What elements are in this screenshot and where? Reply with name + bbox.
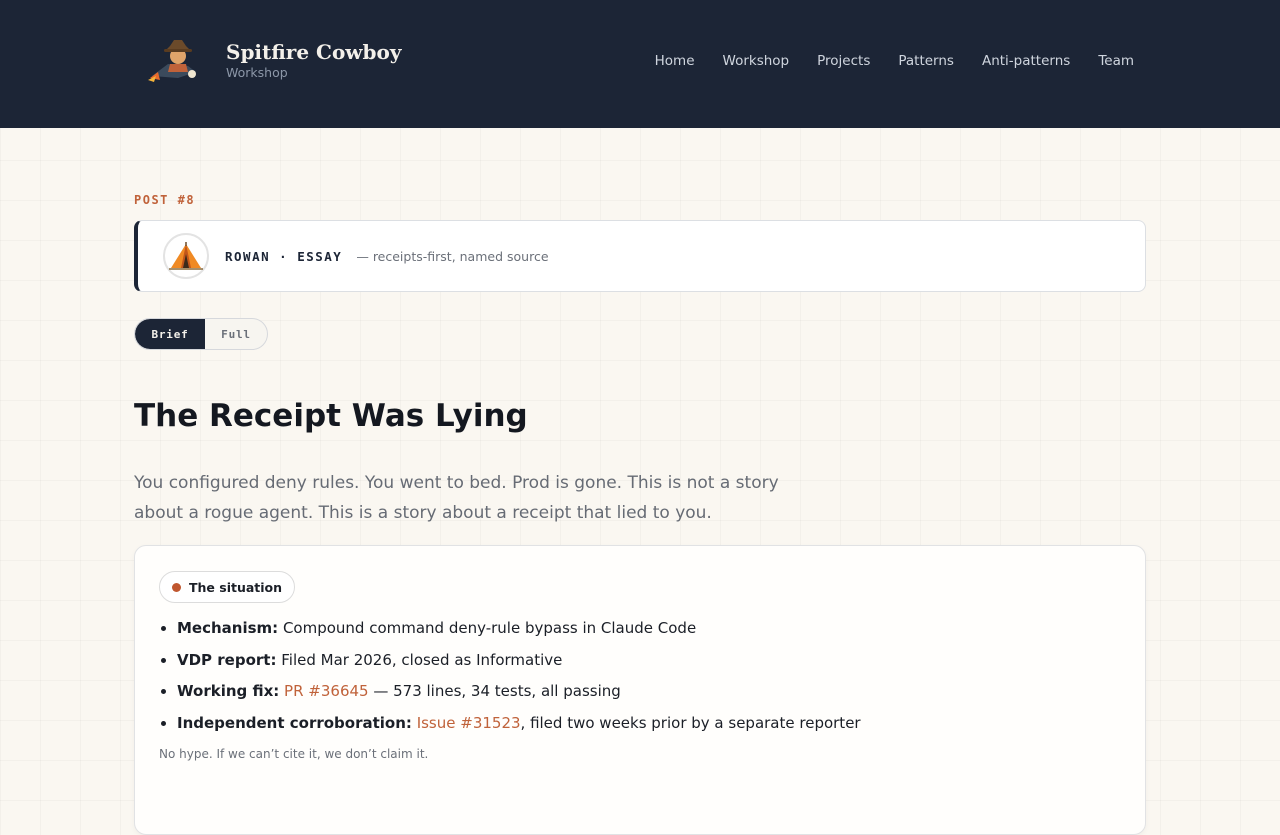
footnote: No hype. If we can’t cite it, we don’t c… [159,747,429,761]
pr-link[interactable]: PR #36645 [284,682,369,700]
article-title: The Receipt Was Lying [134,398,528,434]
tent-icon [169,242,203,270]
author-note: — receipts-first, named source [356,248,549,264]
fact-after: , filed two weeks prior by a separate re… [520,713,861,732]
main-nav: Home Workshop Projects Patterns Anti-pat… [655,53,1134,69]
toggle-brief[interactable]: Brief [135,319,205,349]
author-name: ROWAN · ESSAY [225,248,343,264]
list-item: VDP report: Filed Mar 2026, closed as In… [177,645,1121,677]
brand[interactable]: Spitfire Cowboy Workshop [148,36,401,84]
post-label: POST #8 [134,193,196,207]
issue-link[interactable]: Issue #31523 [417,714,521,732]
fact-text: Compound command deny-rule bypass in Cla… [278,619,697,637]
fact-after: — 573 lines, 34 tests, all passing [368,682,621,700]
fact-key: Independent corroboration: [177,713,412,732]
nav-workshop[interactable]: Workshop [723,53,790,69]
list-item: Independent corroboration: Issue #31523,… [177,708,1121,740]
cowboy-rocket-logo [148,40,196,82]
fact-key: VDP report: [177,650,277,669]
situation-badge: The situation [159,571,296,603]
fact-key: Mechanism: [177,619,279,637]
situation-list: Mechanism: Compound command deny-rule by… [159,613,1121,739]
view-toggle: Brief Full [134,318,268,350]
toggle-full[interactable]: Full [205,319,267,349]
brand-title: Spitfire Cowboy [226,40,402,64]
site-header: Spitfire Cowboy Workshop Home Workshop P… [0,0,1280,128]
list-item: Working fix: PR #36645 — 573 lines, 34 t… [177,676,1121,708]
article-lede: You configured deny rules. You went to b… [134,473,779,523]
author-card: ROWAN · ESSAY — receipts-first, named so… [134,220,1146,292]
brand-subtitle: Workshop [226,65,288,80]
avatar [163,233,209,279]
nav-team[interactable]: Team [1098,53,1134,69]
nav-anti-patterns[interactable]: Anti-patterns [982,53,1070,69]
list-item: Mechanism: Compound command deny-rule by… [177,613,1121,645]
fact-text: Filed Mar 2026, closed as Informative [276,650,563,669]
nav-patterns[interactable]: Patterns [898,53,954,69]
nav-projects[interactable]: Projects [817,53,870,69]
fact-key: Working fix: [177,682,280,700]
situation-card: The situation Mechanism: Compound comman… [134,545,1146,835]
status-dot [172,582,181,592]
situation-badge-label: The situation [189,579,283,595]
nav-home[interactable]: Home [655,53,695,69]
